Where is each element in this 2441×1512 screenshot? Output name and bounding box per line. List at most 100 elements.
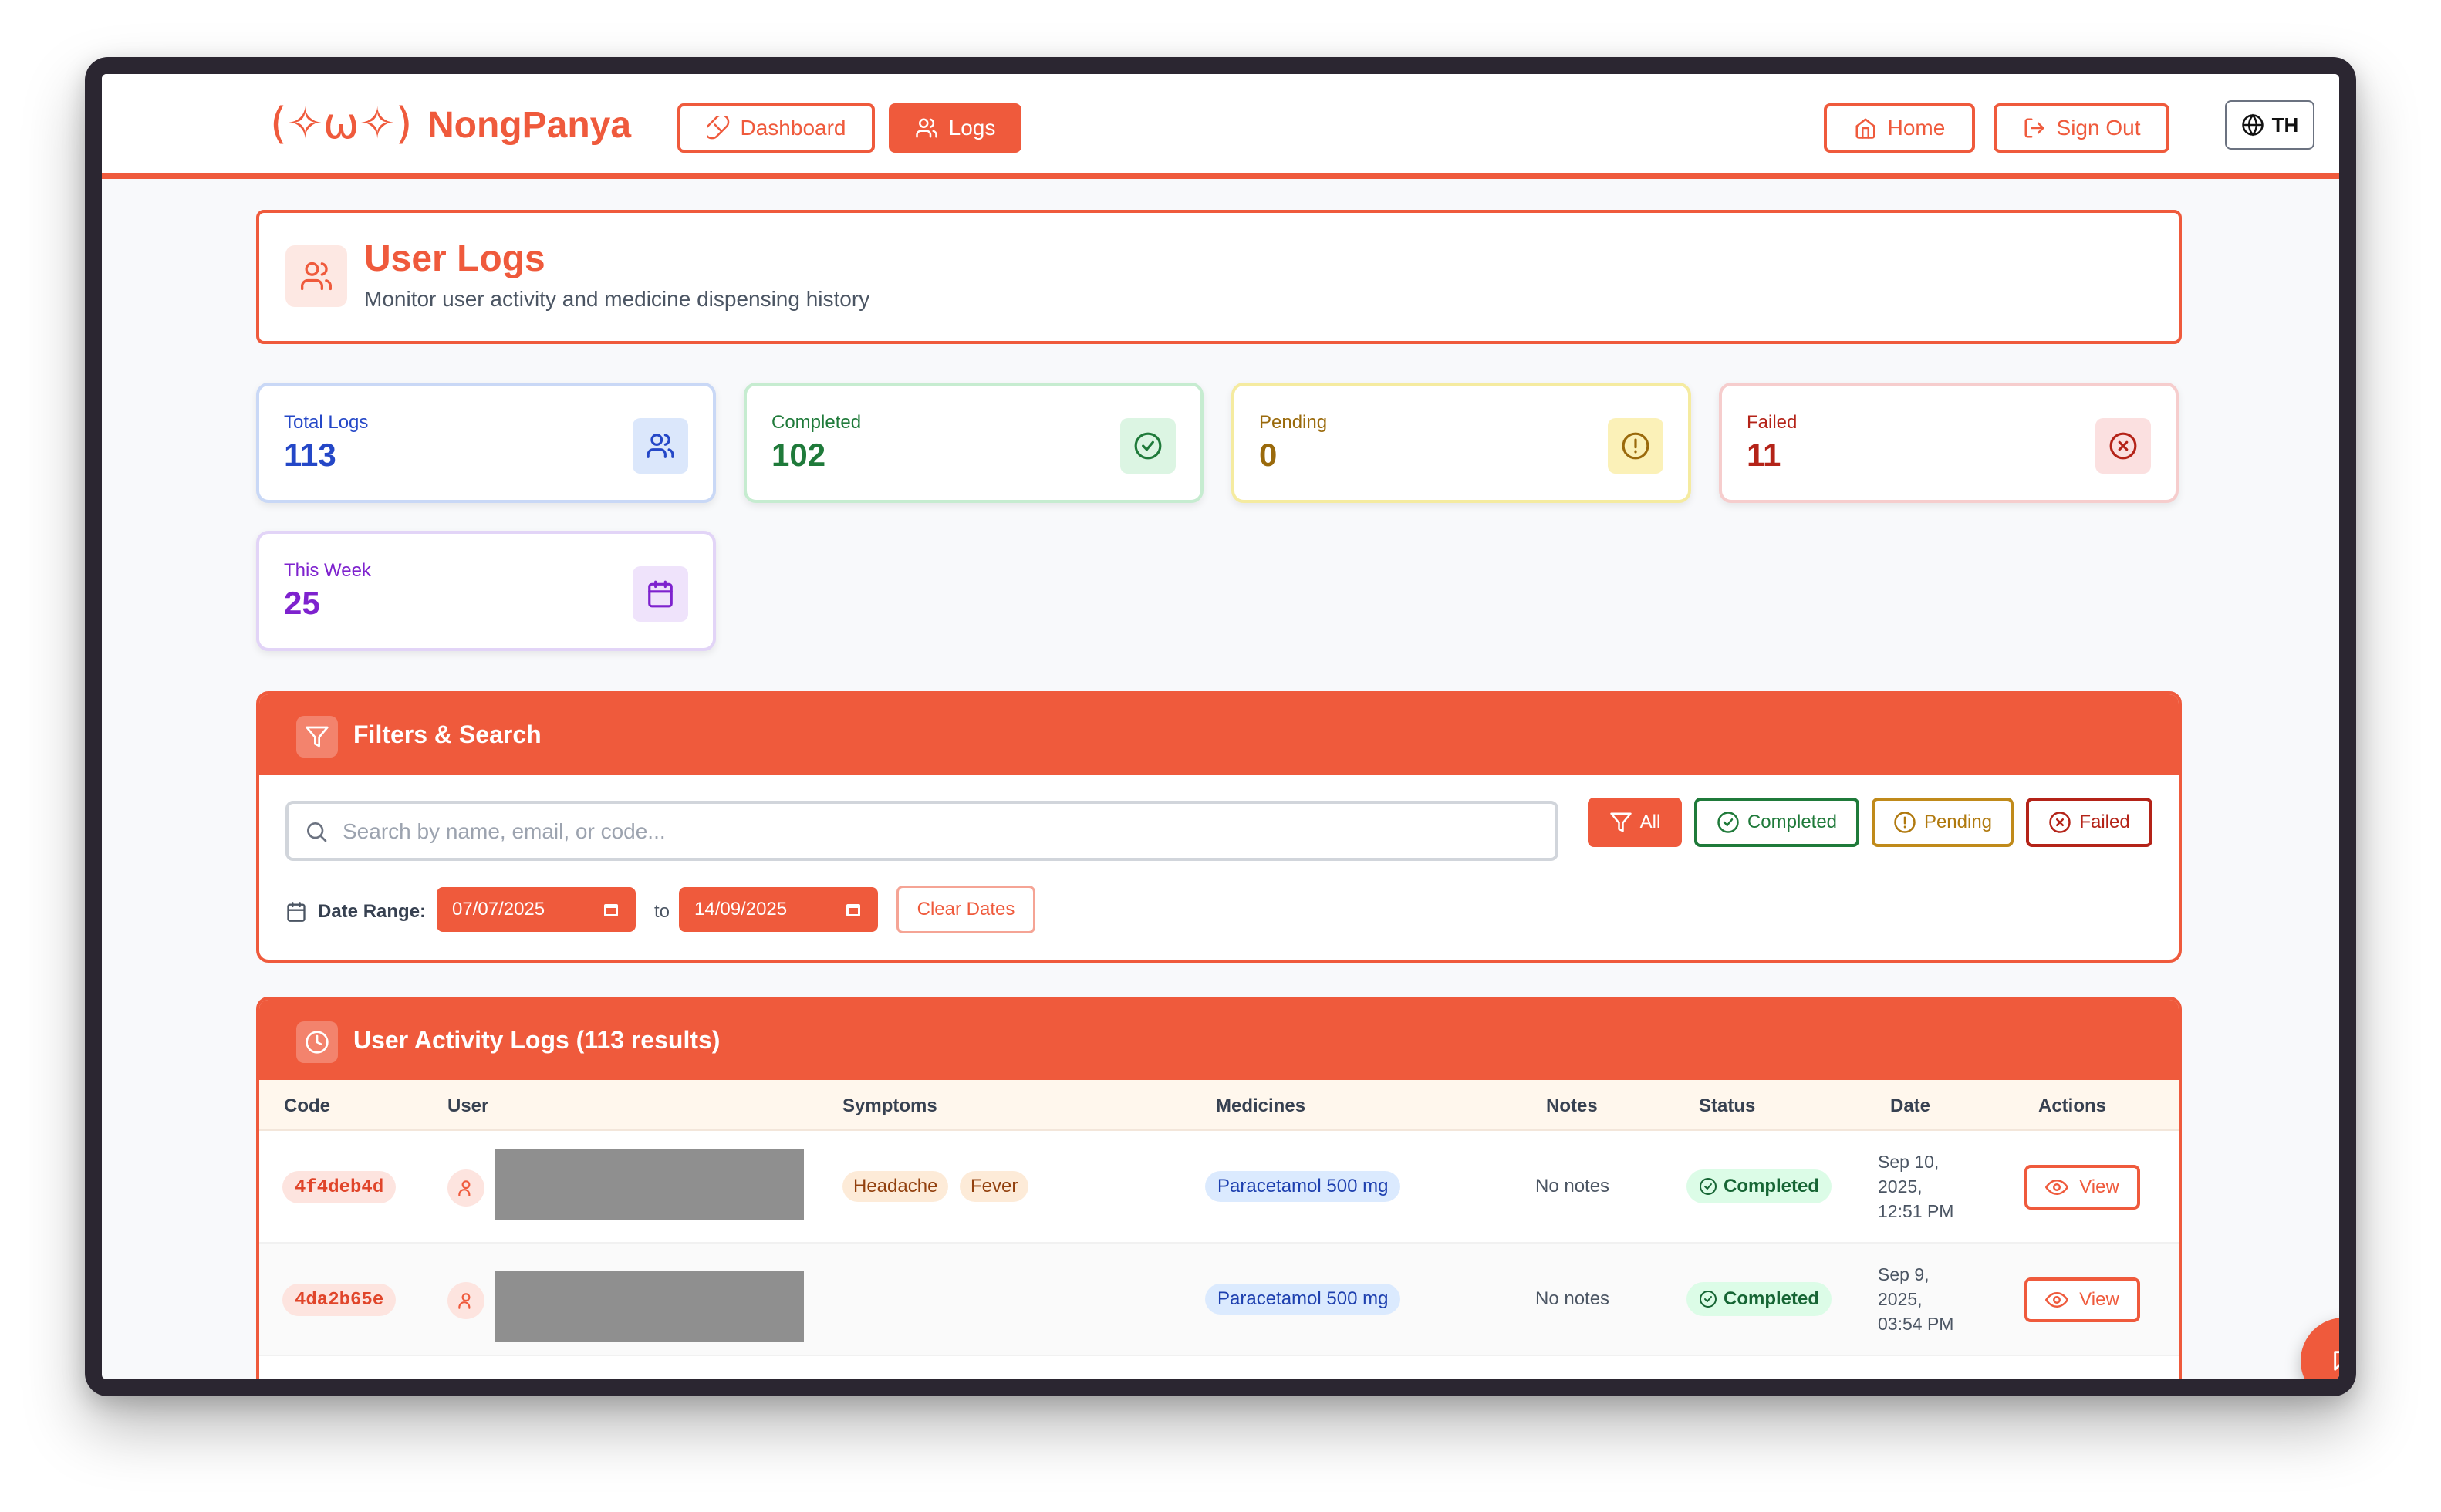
filter-completed-label: Completed [1747,812,1838,832]
page-title: User Logs [364,238,545,279]
x-circle-icon [2095,418,2151,474]
column-header-actions: Actions [2038,1095,2107,1116]
status-badge: Completed [1686,1282,1832,1316]
sign-out-button[interactable]: Sign Out [1994,103,2169,153]
filter-completed-button[interactable]: Completed [1694,798,1859,847]
notes-text: No notes [1535,1176,1610,1196]
notes-text: No notes [1535,1288,1610,1309]
stat-value: 25 [284,585,320,621]
table-row: 4f4deb4d Headache Fever Paracetamol 500 … [259,1131,2179,1244]
table-row: 4da2b65e Paracetamol 500 mg No notes Com… [259,1244,2179,1356]
users-icon [285,245,347,307]
stat-value: 0 [1259,437,1278,473]
check-circle-icon [1120,418,1176,474]
calendar-icon [633,566,688,622]
device-frame: (✧ω✧) NongPanya Dashboard Logs Home Sign… [85,57,2356,1396]
x-circle-icon [2049,812,2071,833]
browser-viewport: (✧ω✧) NongPanya Dashboard Logs Home Sign… [102,74,2339,1379]
log-date: Sep 10, 2025, 12:51 PM [1878,1152,1954,1221]
filters-panel-header: Filters & Search [259,694,2179,775]
date-from-value: 07/07/2025 [452,899,545,920]
filters-panel: Filters & Search All Completed Pending F… [256,691,2182,963]
calendar-icon[interactable] [602,900,620,919]
search-input[interactable] [343,815,1546,849]
column-header-date[interactable]: Date [1890,1095,1930,1117]
chat-icon [2334,1351,2339,1371]
nav-dashboard-label: Dashboard [740,116,846,140]
alert-circle-icon [1608,418,1663,474]
column-header-code[interactable]: Code [284,1095,330,1117]
users-icon [633,418,688,474]
home-icon [1855,118,1875,139]
language-label: TH [2271,113,2299,137]
filter-pending-label: Pending [1923,812,1993,832]
stat-label: Total Logs [284,412,369,433]
view-button[interactable]: View [2024,1165,2140,1210]
logs-title: User Activity Logs (113 results) [353,1026,721,1054]
clock-icon [296,1021,338,1063]
stat-label: Failed [1747,412,1798,433]
date-from-input[interactable]: 07/07/2025 [437,887,636,932]
symptom-tag: Fever [960,1171,1029,1202]
alert-circle-icon [1894,812,1916,833]
sign-out-label: Sign Out [2056,116,2141,140]
medicine-tag: Paracetamol 500 mg [1205,1284,1401,1315]
page-header-card: User Logs Monitor user activity and medi… [256,210,2182,344]
eye-icon [2045,1179,2069,1196]
nav-logs-label: Logs [948,116,996,140]
stat-card-failed: Failed 11 [1719,383,2179,503]
nav-logs-button[interactable]: Logs [889,103,1021,153]
column-header-symptoms[interactable]: Symptoms [842,1095,937,1117]
column-header-user[interactable]: User [447,1095,488,1117]
clear-dates-button[interactable]: Clear Dates [896,886,1035,933]
check-circle-icon [1700,1291,1717,1308]
stat-value: 113 [284,437,336,473]
logo-text[interactable]: NongPanya [427,97,631,154]
users-icon [915,118,937,138]
chat-button[interactable] [2301,1318,2339,1379]
nav-dashboard-button[interactable]: Dashboard [677,103,875,153]
medicine-tag: Paracetamol 500 mg [1205,1171,1401,1202]
date-to-separator: to [654,901,670,922]
calendar-icon[interactable] [844,900,863,919]
column-header-status[interactable]: Status [1699,1095,1755,1117]
status-badge: Completed [1686,1169,1832,1203]
filter-pending-button[interactable]: Pending [1872,798,2014,847]
symptom-tag: Headache [842,1171,949,1202]
column-header-medicines[interactable]: Medicines [1216,1095,1305,1117]
filter-all-button[interactable]: All [1588,798,1682,847]
log-date: Sep 9, 2025, 03:54 PM [1878,1264,1954,1334]
globe-icon [2241,113,2264,137]
column-header-notes[interactable]: Notes [1546,1095,1598,1117]
nav-home-button[interactable]: Home [1824,103,1975,153]
filter-icon [296,716,338,758]
page-subtitle: Monitor user activity and medicine dispe… [364,287,870,311]
check-circle-icon [1700,1178,1717,1195]
stat-card-pending: Pending 0 [1231,383,1691,503]
calendar-icon [287,902,306,922]
logo-mascot[interactable]: (✧ω✧) [270,96,412,153]
eye-icon [2045,1291,2069,1308]
filter-all-label: All [1639,812,1661,832]
redacted-user-info [495,1149,804,1220]
filter-failed-button[interactable]: Failed [2026,798,2152,847]
redacted-user-info [495,1271,804,1342]
view-button[interactable]: View [2024,1277,2140,1322]
logs-panel-header: User Activity Logs (113 results) [259,1000,2179,1080]
language-toggle-button[interactable]: TH [2225,100,2314,150]
search-field[interactable] [285,801,1558,861]
activity-logs-panel: User Activity Logs (113 results) Code Us… [256,997,2182,1379]
date-to-input[interactable]: 14/09/2025 [679,887,878,932]
table-header: Code User Symptoms Medicines Notes Statu… [259,1080,2179,1131]
sign-out-icon [2024,118,2044,138]
stat-value: 11 [1747,437,1781,473]
check-circle-icon [1717,812,1739,833]
user-icon [447,1169,484,1207]
stat-label: This Week [284,560,371,581]
stat-card-total-logs: Total Logs 113 [256,383,716,503]
stat-label: Pending [1259,412,1328,433]
top-navbar: (✧ω✧) NongPanya Dashboard Logs Home Sign… [102,74,2339,179]
status-label: Completed [1724,1176,1820,1196]
log-code: 4da2b65e [282,1284,397,1316]
user-icon [447,1282,484,1319]
